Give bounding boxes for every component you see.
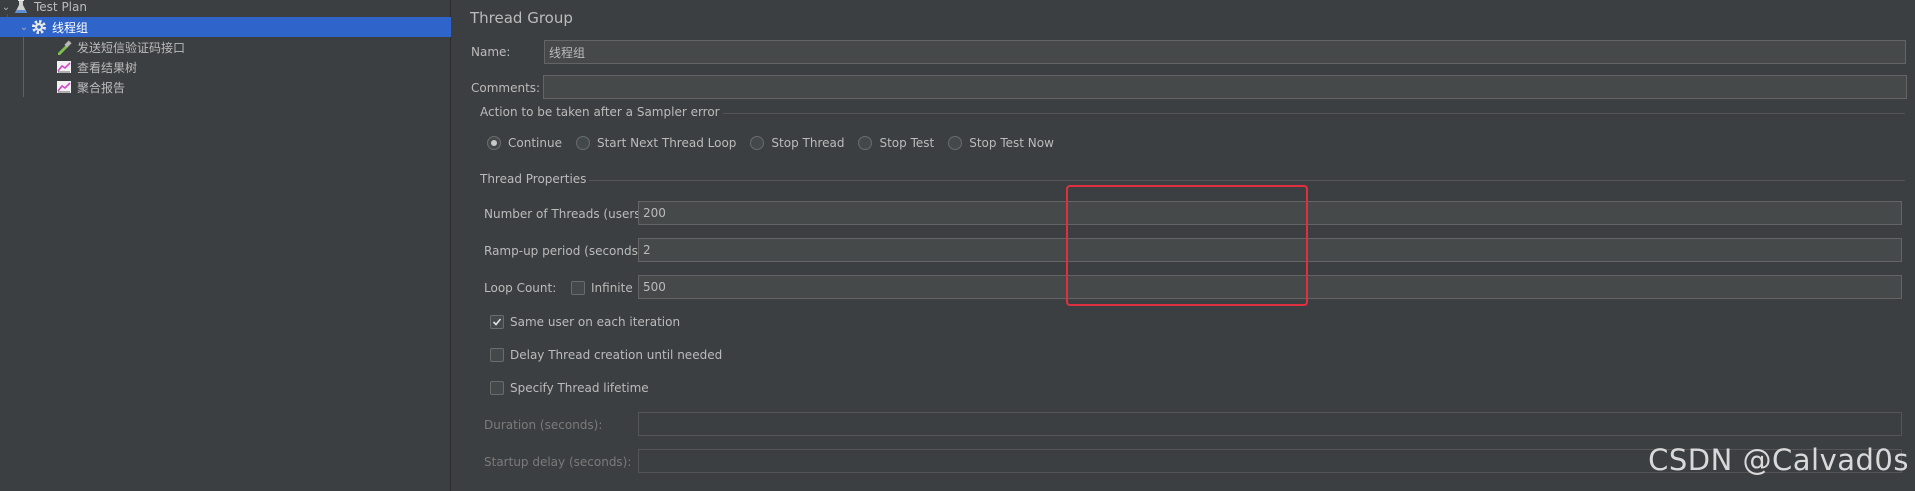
radio-continue[interactable] [487, 136, 501, 150]
tree-item-label: 查看结果树 [77, 60, 138, 75]
radio-stop-test-now[interactable] [948, 136, 963, 150]
thread-properties-group [479, 180, 1905, 181]
test-plan-tree: ⌄ Test Plan ⌄ 线程组 发送短信验证码接口 查看结果树 聚合报告 [0, 0, 451, 491]
radio-label-start-next-thread-loop: Start Next Thread Loop [596, 136, 737, 150]
same-user-label: Same user on each iteration [510, 315, 681, 329]
tree-item-sms-sampler[interactable]: 发送短信验证码接口 [55, 37, 185, 57]
tree-item-label: 线程组 [52, 20, 89, 35]
sampler-error-legend: Action to be taken after a Sampler error [477, 105, 723, 119]
same-user-checkbox[interactable] [490, 315, 504, 329]
tree-item-thread-group[interactable]: ⌄ 线程组 [0, 17, 451, 37]
radio-start-next-thread-loop[interactable] [575, 136, 590, 150]
tree-item-test-plan[interactable]: ⌄ Test Plan [0, 0, 87, 17]
thread-lifetime-checkbox[interactable] [490, 381, 504, 395]
comments-label: Comments: [471, 81, 541, 95]
graph-icon [55, 59, 73, 75]
duration-label: Duration (seconds): [484, 418, 603, 432]
gear-icon [30, 19, 48, 35]
tree-item-label: 发送短信验证码接口 [77, 40, 186, 55]
annotation-highlight-box [1066, 185, 1308, 306]
threads-label: Number of Threads (users): [484, 207, 650, 221]
chevron-down-icon[interactable]: ⌄ [18, 22, 30, 33]
thread-properties-legend: Thread Properties [477, 172, 590, 186]
tree-item-label: Test Plan [34, 0, 87, 14]
pipette-icon [55, 39, 73, 55]
delay-thread-checkbox[interactable] [490, 348, 504, 362]
page-title: Thread Group [470, 9, 573, 27]
radio-label-stop-thread: Stop Thread [771, 136, 845, 150]
watermark: CSDN @Calvad0s [1648, 443, 1909, 477]
thread-lifetime-label: Specify Thread lifetime [510, 381, 649, 395]
radio-label-continue: Continue [508, 136, 562, 150]
jmeter-window: ⌄ Test Plan ⌄ 线程组 发送短信验证码接口 查看结果树 聚合报告 T… [0, 0, 1915, 491]
tree-item-label: 聚合报告 [77, 80, 126, 95]
radio-label-stop-test-now: Stop Test Now [969, 136, 1054, 150]
tree-guide-line [23, 28, 24, 97]
startup-delay-label: Startup delay (seconds): [484, 455, 632, 469]
tree-item-aggregate-report[interactable]: 聚合报告 [55, 77, 125, 97]
flask-icon [12, 0, 30, 15]
name-label: Name: [471, 45, 511, 59]
chevron-down-icon[interactable]: ⌄ [0, 2, 12, 13]
tree-item-view-results-tree[interactable]: 查看结果树 [55, 57, 137, 77]
duration-field[interactable] [638, 412, 1902, 436]
sampler-error-options: Continue Start Next Thread Loop Stop Thr… [487, 134, 1068, 152]
infinite-label: Infinite [591, 281, 633, 295]
delay-thread-label: Delay Thread creation until needed [510, 348, 723, 362]
radio-stop-test[interactable] [858, 136, 873, 150]
radio-label-stop-test: Stop Test [879, 136, 935, 150]
name-field[interactable] [544, 40, 1906, 64]
thread-group-panel: Thread Group Name: Comments: Action to b… [452, 0, 1915, 491]
rampup-label: Ramp-up period (seconds): [484, 244, 647, 258]
graph-icon [55, 79, 73, 95]
infinite-checkbox[interactable] [571, 281, 585, 295]
comments-field[interactable] [543, 75, 1907, 99]
loop-count-label: Loop Count: [484, 281, 557, 295]
radio-stop-thread[interactable] [750, 136, 765, 150]
